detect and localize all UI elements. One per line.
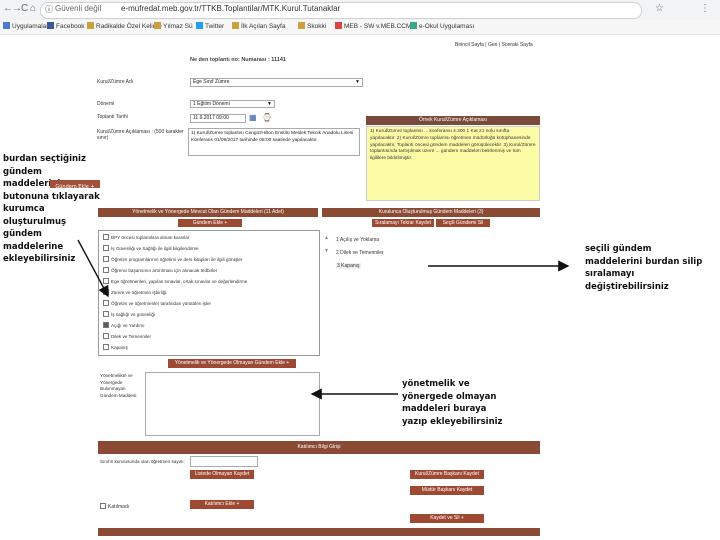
annotation-arrows: [77, 239, 570, 400]
arrow-left-icon: [77, 239, 109, 298]
